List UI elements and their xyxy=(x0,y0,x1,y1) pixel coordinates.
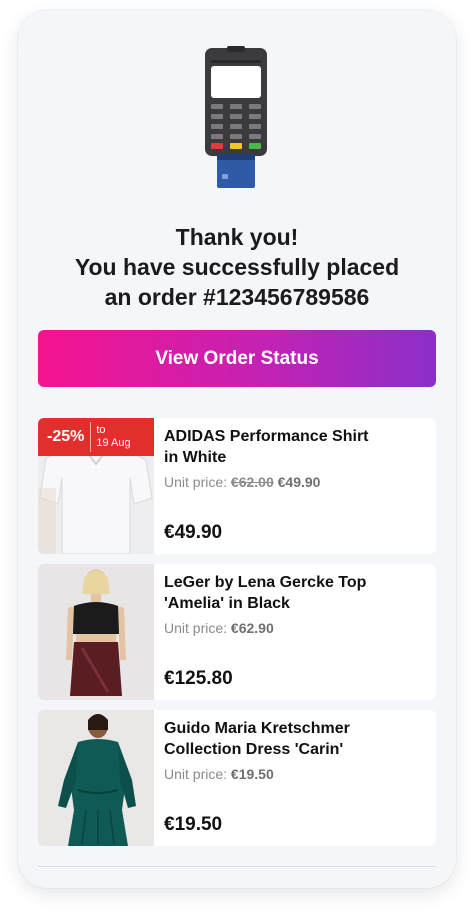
item-total: €49.90 xyxy=(164,522,223,543)
product-name-line: ADIDAS Performance Shirt xyxy=(164,428,369,445)
product-info: LeGer by Lena Gercke Top 'Amelia' in Bla… xyxy=(164,572,428,700)
order-item[interactable]: -25% to 19 Aug ADIDAS Performance Shirt … xyxy=(38,418,436,554)
unit-price-value: €19.50 xyxy=(230,766,274,782)
product-image xyxy=(38,564,154,700)
product-name-line: in White xyxy=(164,449,227,466)
discount-percent: -25% xyxy=(47,428,85,445)
thank-you-title: Thank you! xyxy=(175,224,299,250)
order-items-list: -25% to 19 Aug ADIDAS Performance Shirt … xyxy=(38,418,436,856)
product-name: ADIDAS Performance Shirt in White xyxy=(164,426,428,468)
payment-terminal-icon xyxy=(205,46,271,188)
order-item[interactable]: Guido Maria Kretschmer Collection Dress … xyxy=(38,710,436,846)
order-confirmation-screen: Thank you! You have successfully placed … xyxy=(18,10,456,888)
product-name: LeGer by Lena Gercke Top 'Amelia' in Bla… xyxy=(164,572,428,614)
confirmation-message: Thank you! You have successfully placed … xyxy=(18,222,456,312)
discount-badge: -25% to 19 Aug xyxy=(38,418,154,456)
product-name-line: Collection Dress 'Carin' xyxy=(164,741,344,758)
unit-price-label: Unit price: xyxy=(164,766,228,782)
unit-price: Unit price: €62.90 xyxy=(164,620,428,636)
product-name-line: LeGer by Lena Gercke Top xyxy=(164,574,367,591)
view-order-status-button[interactable]: View Order Status xyxy=(38,330,436,387)
unit-price-label: Unit price: xyxy=(164,474,228,490)
unit-price-value: €49.90 xyxy=(277,474,321,490)
order-number: an order #123456789586 xyxy=(104,284,370,310)
success-text: You have successfully placed xyxy=(74,254,400,280)
unit-price: Unit price: €62.00 €49.90 xyxy=(164,474,428,490)
end-date: 19 Aug xyxy=(96,437,131,449)
item-total: €19.50 xyxy=(164,814,223,835)
product-name-line: 'Amelia' in Black xyxy=(164,595,290,612)
product-name: Guido Maria Kretschmer Collection Dress … xyxy=(164,718,428,760)
order-item[interactable]: LeGer by Lena Gercke Top 'Amelia' in Bla… xyxy=(38,564,436,700)
unit-price: Unit price: €19.50 xyxy=(164,766,428,782)
divider xyxy=(38,866,436,867)
product-name-line: Guido Maria Kretschmer xyxy=(164,720,350,737)
old-price: €62.00 xyxy=(230,474,274,490)
unit-price-value: €62.90 xyxy=(230,620,274,636)
product-info: ADIDAS Performance Shirt in White Unit p… xyxy=(164,426,428,554)
unit-price-label: Unit price: xyxy=(164,620,228,636)
discount-valid-until: to 19 Aug xyxy=(91,424,130,450)
item-total: €125.80 xyxy=(164,668,233,689)
product-info: Guido Maria Kretschmer Collection Dress … xyxy=(164,718,428,846)
product-image xyxy=(38,710,154,846)
product-image: -25% to 19 Aug xyxy=(38,418,154,554)
to-label: to xyxy=(96,424,106,436)
